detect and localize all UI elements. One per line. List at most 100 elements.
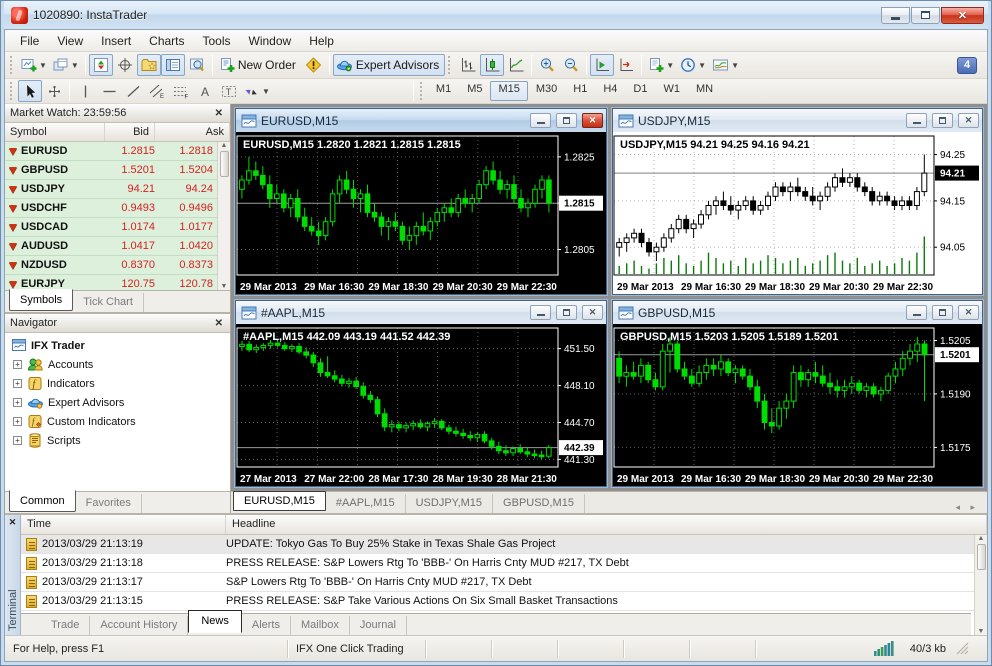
chart-minimize-button[interactable] [906,305,927,320]
market-watch-row[interactable]: NZDUSD 0.8370 0.8373 [5,256,217,275]
text-label-button[interactable]: T [217,80,241,102]
chart-canvas-aapl[interactable]: 451.50 448.10 444.70 441.30 442.39 27 Mar 201… [236,324,606,486]
chart-close-button[interactable]: ✕ [582,113,603,128]
news-row[interactable]: 2013/03/29 21:13:18 PRESS RELEASE: S&P L… [21,554,974,573]
market-watch-titlebar[interactable]: Market Watch: 23:59:56 ✕ [5,104,230,123]
tree-item-scripts[interactable]: + Scripts [9,431,230,450]
fibonacci-button[interactable]: F [169,80,193,102]
navigator-tab[interactable]: Common [9,490,76,512]
timeframe-button[interactable]: M15 [490,81,528,101]
market-watch-row[interactable]: EURJPY 120.75 120.78 [5,275,217,290]
notifications-badge[interactable]: 4 [957,56,977,74]
window-maximize-button[interactable] [911,6,940,24]
expand-icon[interactable]: + [13,398,22,407]
market-watch-row[interactable]: GBPUSD 1.5201 1.5204 [5,161,217,180]
chart-tab[interactable]: #AAPL,M15 [326,494,406,513]
tree-item-indicators[interactable]: + f Indicators [9,374,230,393]
market-watch-row[interactable]: AUDUSD 1.0417 1.0420 [5,237,217,256]
tree-item-accounts[interactable]: + Accounts [9,355,230,374]
navigator-titlebar[interactable]: Navigator ✕ [5,314,230,333]
chart-window-usdjpy[interactable]: USDJPY,M15 ✕ 94.25 94.15 94.05 94.21 29 Mar … [611,107,984,296]
expand-icon[interactable]: + [13,379,22,388]
tab-scroll-arrows[interactable]: ◂ ▸ [955,502,987,513]
resize-grip-icon[interactable] [956,642,969,655]
expert-advisors-button[interactable]: Expert Advisors [332,54,446,76]
vertical-line-button[interactable] [73,80,97,102]
trendline-button[interactable] [121,80,145,102]
chart-canvas-usdjpy[interactable]: 94.25 94.15 94.05 94.21 29 Mar 2013 29 Mar 16… [613,132,982,294]
close-icon[interactable]: ✕ [9,515,17,530]
news-row[interactable]: 2013/03/29 21:13:15 PRESS RELEASE: S&P T… [21,592,974,611]
chart-shift-toggle-button[interactable] [88,54,113,76]
chart-restore-button[interactable] [556,113,577,128]
market-watch-row[interactable]: EURUSD 1.2815 1.2818 [5,142,217,161]
timeframe-button[interactable]: H4 [595,81,625,101]
menu-item[interactable]: File [11,31,48,51]
news-row[interactable]: 2013/03/29 21:13:19 UPDATE: Tokyo Gas To… [21,535,974,554]
templates-button[interactable]: ▼ [645,54,677,76]
market-watch-tab[interactable]: Tick Chart [73,293,144,312]
chart-restore-button[interactable] [932,305,953,320]
toolbar-grip[interactable] [419,82,425,100]
window-titlebar[interactable]: 1020890: InstaTrader ✕ [4,1,988,29]
chart-restore-button[interactable] [556,305,577,320]
menu-item[interactable]: Tools [194,31,240,51]
chart-shift-end-button[interactable] [614,54,638,76]
chart-tab[interactable]: EURUSD,M15 [233,491,326,511]
toolbar-grip[interactable] [10,56,15,74]
market-watch-tab[interactable]: Symbols [9,289,74,311]
text-button[interactable]: A [193,80,217,102]
news-scrollbar[interactable]: ▲ ▼ [974,535,987,635]
timeframe-button[interactable]: M5 [459,81,490,101]
tree-item-expert-advisors[interactable]: + Expert Advisors [9,393,230,412]
headline-column-header[interactable]: Headline [226,515,987,534]
indicators-button[interactable]: ▼ [709,54,742,76]
close-icon[interactable]: ✕ [213,318,225,329]
expand-icon[interactable]: + [13,417,22,426]
market-watch-row[interactable]: USDJPY 94.21 94.24 [5,180,217,199]
chart-window-gbpusd[interactable]: GBPUSD,M15 ✕ 1.5205 1.5190 1.5175 1.5201 29 … [611,299,984,488]
menu-item[interactable]: Help [300,31,343,51]
symbol-column-header[interactable]: Symbol [5,123,105,141]
expand-icon[interactable]: + [13,436,22,445]
profiles-button[interactable]: ▼ [50,54,82,76]
chart-minimize-button[interactable] [530,113,551,128]
menu-item[interactable]: Window [240,31,301,51]
toolbar-grip[interactable] [448,56,453,74]
crosshair-mode-button[interactable] [113,54,137,76]
timeframe-button[interactable]: D1 [625,81,655,101]
market-watch-toggle-button[interactable] [160,54,185,76]
new-order-button[interactable]: New Order [216,54,302,76]
close-icon[interactable]: ✕ [213,108,225,119]
chart-window-eurusd[interactable]: EURUSD,M15 ✕ 1.28251.28151.28051.281529 … [234,107,608,296]
chart-tab[interactable]: USDJPY,M15 [406,494,494,513]
scrollbar-thumb[interactable] [976,544,986,570]
terminal-tab[interactable]: Mailbox [291,616,350,635]
terminal-tab[interactable]: Alerts [242,616,291,635]
chart-window-aapl[interactable]: #AAPL,M15 ✕ 451.50 448.10 444.70 441.30 442.… [234,299,608,488]
bar-chart-button[interactable] [456,54,480,76]
chart-restore-button[interactable] [932,113,953,128]
terminal-tab[interactable]: Trade [41,616,91,635]
line-chart-button[interactable] [504,54,528,76]
chart-tab[interactable]: GBPUSD,M15 [493,494,585,513]
tree-item-custom-indicators[interactable]: + f Custom Indicators [9,412,230,431]
time-column-header[interactable]: Time [21,515,226,534]
timeframe-button[interactable]: W1 [655,81,688,101]
bid-column-header[interactable]: Bid [105,123,155,141]
menu-item[interactable]: View [48,31,92,51]
timeframe-button[interactable]: M1 [428,81,459,101]
arrows-button[interactable]: ▼ [241,80,273,102]
menu-item[interactable]: Insert [92,31,140,51]
new-chart-button[interactable]: ▼ [18,54,50,76]
tree-item-ifx-trader[interactable]: IFX Trader [9,336,230,355]
chart-canvas-gbpusd[interactable]: 1.5205 1.5190 1.5175 1.5201 29 Mar 2013 29 Ma… [613,324,982,486]
crosshair-tool-button[interactable] [42,80,66,102]
menu-item[interactable]: Charts [140,31,193,51]
terminal-tab[interactable]: Account History [90,616,189,635]
navigator-tab[interactable]: Favorites [76,494,142,513]
horizontal-line-button[interactable] [97,80,121,102]
chart-minimize-button[interactable] [906,113,927,128]
expand-icon[interactable]: + [13,360,22,369]
news-row[interactable]: 2013/03/29 21:13:17 S&P Lowers Rtg To 'B… [21,573,974,592]
